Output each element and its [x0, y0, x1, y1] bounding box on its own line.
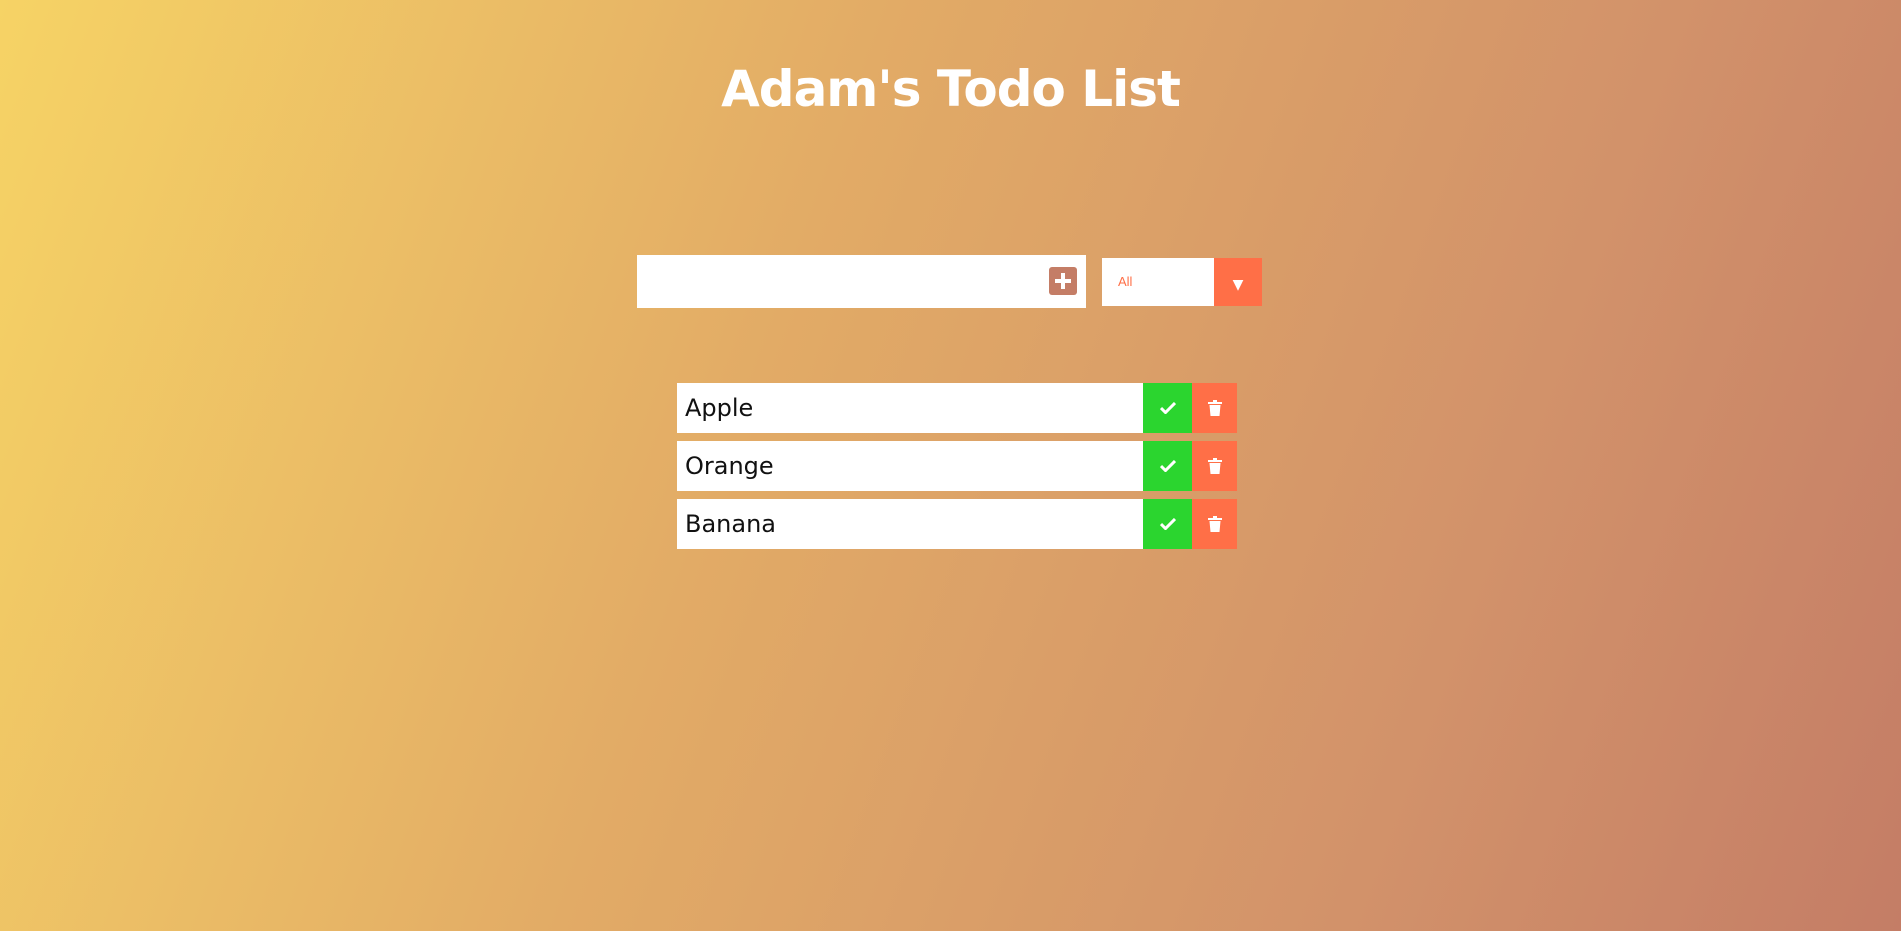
trash-button[interactable] — [1192, 499, 1237, 549]
todo-item-text: Apple — [685, 394, 754, 422]
complete-button[interactable] — [1143, 499, 1192, 549]
filter-select[interactable]: All ▼ — [1102, 258, 1262, 306]
add-todo-button[interactable] — [1049, 267, 1077, 295]
trash-icon — [1207, 516, 1222, 532]
trash-icon — [1207, 458, 1222, 474]
todo-item-text: Banana — [685, 510, 777, 538]
complete-button[interactable] — [1143, 383, 1192, 433]
todo-list: Apple Orange Banana — [677, 383, 1237, 557]
todo-input[interactable] — [637, 255, 1037, 308]
page-title: Adam's Todo List — [721, 60, 1181, 118]
todo-item-text: Orange — [685, 452, 774, 480]
check-icon — [1159, 402, 1176, 414]
complete-button[interactable] — [1143, 441, 1192, 491]
plus-icon — [1055, 273, 1071, 289]
chevron-down-icon[interactable]: ▼ — [1214, 258, 1262, 306]
filter-selected-value: All — [1118, 274, 1133, 289]
todo-item: Banana — [677, 499, 1237, 549]
check-icon — [1159, 460, 1176, 472]
todo-input-container — [637, 255, 1086, 308]
todo-form: All ▼ — [637, 255, 1262, 309]
trash-icon — [1207, 400, 1222, 416]
trash-button[interactable] — [1192, 441, 1237, 491]
todo-item: Apple — [677, 383, 1237, 433]
todo-item: Orange — [677, 441, 1237, 491]
trash-button[interactable] — [1192, 383, 1237, 433]
check-icon — [1159, 518, 1176, 530]
